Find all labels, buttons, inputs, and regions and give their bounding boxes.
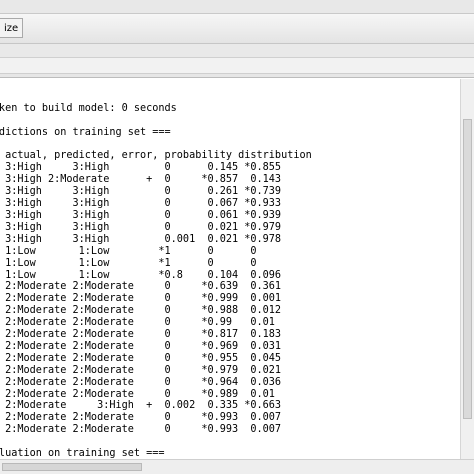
output-line: 5 3:High 3:High 0 0.061 *0.939: [5, 209, 282, 221]
output-line: 14 2:Moderate 2:Moderate 0 *0.99 0.01: [5, 317, 275, 329]
output-line: 8 1:Low 1:Low *1 0 0: [5, 245, 257, 257]
output-line: 2 3:High 2:Moderate + 0 *0.857 0.143: [5, 174, 282, 186]
visualize-tab[interactable]: ize: [0, 18, 24, 38]
output-line: Time taken to build model: 0 seconds: [0, 102, 177, 114]
classifier-output-text: Time taken to build model: 0 seconds ===…: [0, 79, 312, 459]
horizontal-scroll-thumb[interactable]: [2, 463, 142, 471]
output-line: 12 2:Moderate 2:Moderate 0 *0.999 0.001: [5, 293, 282, 305]
panel-header: [0, 44, 474, 58]
output-line: 9 1:Low 1:Low *1 0 0: [5, 257, 257, 269]
output-line: 18 2:Moderate 2:Moderate 0 *0.979 0.021: [5, 364, 282, 376]
output-line: 17 2:Moderate 2:Moderate 0 *0.955 0.045: [5, 352, 282, 364]
output-line: 21 2:Moderate 3:High + 0.002 0.335 *0.66…: [5, 400, 282, 412]
output-line: 22 2:Moderate 2:Moderate 0 *0.993 0.007: [5, 412, 282, 424]
toolbar: ize: [0, 14, 474, 44]
output-line: 13 2:Moderate 2:Moderate 0 *0.988 0.012: [5, 305, 282, 317]
panel-subheader: [0, 58, 474, 74]
output-line: 1 3:High 3:High 0 0.145 *0.855: [5, 162, 282, 174]
output-line: inst# actual, predicted, error, probabil…: [5, 150, 312, 162]
output-line: 16 2:Moderate 2:Moderate 0 *0.969 0.031: [5, 340, 282, 352]
output-line: === Evaluation on training set ===: [0, 448, 165, 459]
output-line: 4 3:High 3:High 0 0.067 *0.933: [5, 198, 282, 210]
classifier-output-panel[interactable]: Time taken to build model: 0 seconds ===…: [0, 79, 460, 459]
vertical-scrollbar[interactable]: [460, 79, 474, 459]
output-line: 15 2:Moderate 2:Moderate 0 *0.817 0.183: [5, 329, 282, 341]
output-line: 19 2:Moderate 2:Moderate 0 *0.964 0.036: [5, 376, 282, 388]
vertical-scroll-thumb[interactable]: [463, 119, 472, 419]
output-line: 6 3:High 3:High 0 0.021 *0.979: [5, 221, 282, 233]
output-line: 7 3:High 3:High 0.001 0.021 *0.978: [5, 233, 282, 245]
output-line: 11 2:Moderate 2:Moderate 0 *0.639 0.361: [5, 281, 282, 293]
output-line: 10 1:Low 1:Low *0.8 0.104 0.096: [5, 269, 282, 281]
window-titlebar: [0, 0, 474, 14]
panel-divider: [0, 74, 474, 78]
output-line: 23 2:Moderate 2:Moderate 0 *0.993 0.007: [5, 424, 282, 436]
horizontal-scrollbar[interactable]: [0, 459, 474, 474]
output-line: 20 2:Moderate 2:Moderate 0 *0.989 0.01: [5, 388, 275, 400]
output-line: === Predictions on training set ===: [0, 126, 171, 138]
output-line: 3 3:High 3:High 0 0.261 *0.739: [5, 186, 282, 198]
